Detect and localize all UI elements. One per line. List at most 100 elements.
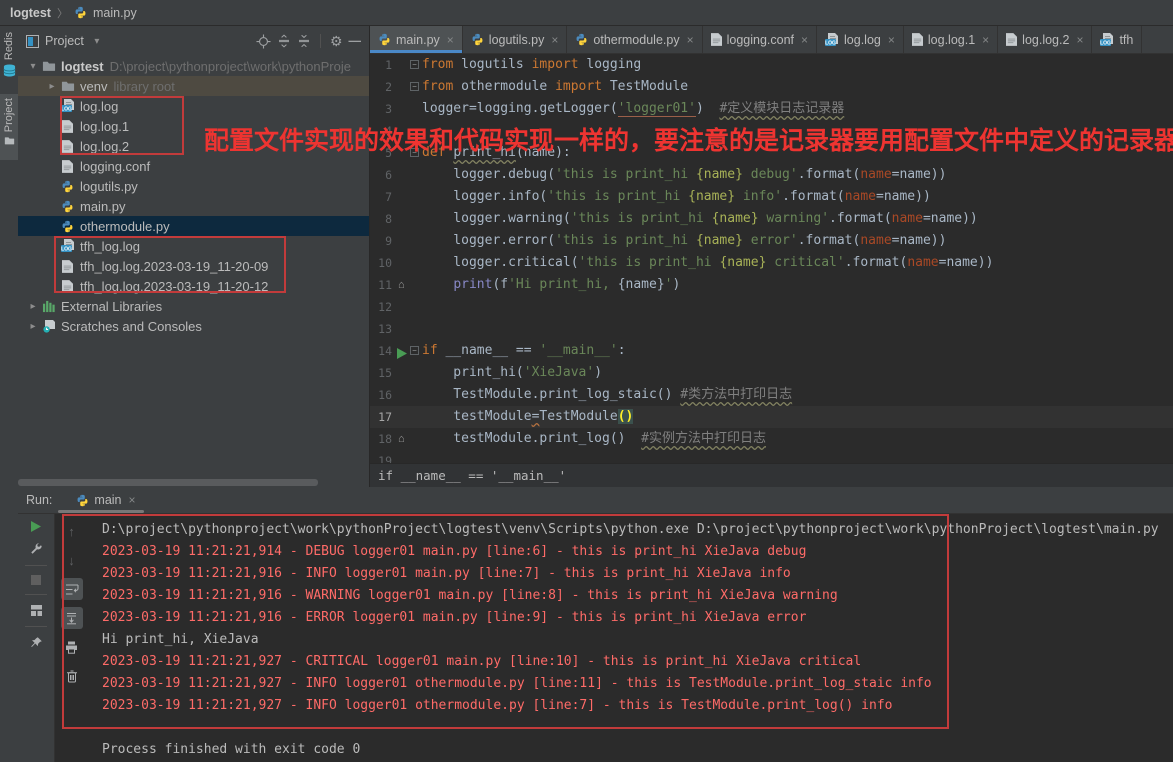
- code-line-10[interactable]: 10 logger.critical('this is print_hi {na…: [370, 252, 1173, 274]
- gutter-marks[interactable]: [392, 318, 422, 340]
- fold-marker-icon[interactable]: −: [410, 148, 419, 157]
- tree-item-main.py[interactable]: main.py: [18, 196, 369, 216]
- editor-tab-logutils.py[interactable]: logutils.py×: [463, 26, 568, 53]
- close-tab-icon[interactable]: ×: [982, 33, 989, 47]
- tree-item-tfh_log.log.2023-03-19_11-20-09[interactable]: tfh_log.log.2023-03-19_11-20-09: [18, 256, 369, 276]
- code-line-15[interactable]: 15 print_hi('XieJava'): [370, 362, 1173, 384]
- chevron-right-icon[interactable]: ▸: [26, 321, 40, 332]
- code-line-2[interactable]: 2−from othermodule import TestModule: [370, 76, 1173, 98]
- gutter-marks[interactable]: [392, 406, 422, 428]
- soft-wrap-icon[interactable]: [61, 578, 83, 600]
- tree-item-Scratches and Consoles[interactable]: ▸Scratches and Consoles: [18, 316, 369, 336]
- gutter-marks[interactable]: [392, 208, 422, 230]
- locate-file-icon[interactable]: [256, 34, 271, 49]
- run-tab-main[interactable]: main ×: [76, 493, 135, 507]
- chevron-down-icon[interactable]: ▾: [26, 61, 40, 72]
- line-number[interactable]: 3: [370, 98, 392, 120]
- editor-tab-log.log.1[interactable]: log.log.1×: [904, 26, 998, 53]
- chevron-right-icon[interactable]: ▸: [26, 301, 40, 312]
- code-line-18[interactable]: 18⌂ testModule.print_log() #实例方法中打印日志: [370, 428, 1173, 450]
- close-tab-icon[interactable]: ×: [1076, 33, 1083, 47]
- gutter-marks[interactable]: [392, 450, 422, 464]
- settings-wrench-icon[interactable]: [29, 542, 43, 556]
- pin-tab-icon[interactable]: [30, 636, 43, 649]
- expand-all-icon[interactable]: [277, 34, 291, 48]
- clear-console-icon[interactable]: [61, 665, 83, 687]
- code-line-3[interactable]: 3logger=logging.getLogger('logger01') #定…: [370, 98, 1173, 120]
- line-number[interactable]: 8: [370, 208, 392, 230]
- close-tab-icon[interactable]: ×: [687, 33, 694, 47]
- editor-tab-logging.conf[interactable]: logging.conf×: [703, 26, 817, 53]
- print-icon[interactable]: [61, 636, 83, 658]
- stop-button[interactable]: [31, 575, 41, 585]
- chevron-right-icon[interactable]: ▸: [45, 81, 59, 92]
- breadcrumb-project[interactable]: logtest: [10, 6, 51, 20]
- editor-tab-tfh[interactable]: LOGtfh: [1092, 26, 1142, 53]
- tree-item-log.log.2[interactable]: log.log.2: [18, 136, 369, 156]
- tree-item-tfh_log.log.2023-03-19_11-20-12[interactable]: tfh_log.log.2023-03-19_11-20-12: [18, 276, 369, 296]
- line-number[interactable]: 18: [370, 428, 392, 450]
- run-console-output[interactable]: D:\project\pythonproject\work\pythonProj…: [88, 514, 1173, 762]
- fold-marker-icon[interactable]: −: [410, 346, 419, 355]
- gutter-marks[interactable]: −: [392, 76, 422, 98]
- editor-tab-log.log.2[interactable]: log.log.2×: [998, 26, 1092, 53]
- close-tab-icon[interactable]: ×: [801, 33, 808, 47]
- tree-item-othermodule.py[interactable]: othermodule.py: [18, 216, 369, 236]
- code-line-7[interactable]: 7 logger.info('this is print_hi {name} i…: [370, 186, 1173, 208]
- line-number[interactable]: 11: [370, 274, 392, 296]
- code-line-12[interactable]: 12: [370, 296, 1173, 318]
- gutter-marks[interactable]: [392, 296, 422, 318]
- tool-tab-redis[interactable]: Redis: [0, 28, 18, 92]
- tree-item-tfh_log.log[interactable]: LOGtfh_log.log: [18, 236, 369, 256]
- restore-layout-icon[interactable]: [30, 604, 43, 617]
- code-line-16[interactable]: 16 TestModule.print_log_staic() #类方法中打印日…: [370, 384, 1173, 406]
- close-tab-icon[interactable]: ×: [888, 33, 895, 47]
- up-stacktrace-icon[interactable]: ↑: [61, 520, 83, 542]
- line-number[interactable]: 13: [370, 318, 392, 340]
- tree-item-log.log[interactable]: LOGlog.log: [18, 96, 369, 116]
- gutter-marks[interactable]: −: [392, 340, 422, 362]
- code-line-6[interactable]: 6 logger.debug('this is print_hi {name} …: [370, 164, 1173, 186]
- line-number[interactable]: 12: [370, 296, 392, 318]
- line-number[interactable]: 2: [370, 76, 392, 98]
- hide-panel-icon[interactable]: —: [349, 34, 362, 48]
- line-number[interactable]: 16: [370, 384, 392, 406]
- line-number[interactable]: 9: [370, 230, 392, 252]
- settings-gear-icon[interactable]: ⚙: [330, 33, 343, 50]
- line-number[interactable]: 7: [370, 186, 392, 208]
- code-line-13[interactable]: 13: [370, 318, 1173, 340]
- breadcrumb-file[interactable]: main.py: [93, 6, 137, 20]
- editor-tab-othermodule.py[interactable]: othermodule.py×: [567, 26, 702, 53]
- scroll-to-end-icon[interactable]: [61, 607, 83, 629]
- code-line-9[interactable]: 9 logger.error('this is print_hi {name} …: [370, 230, 1173, 252]
- gutter-marks[interactable]: ⌂: [392, 274, 422, 296]
- line-number[interactable]: 19: [370, 450, 392, 464]
- tool-tab-project[interactable]: Project: [0, 94, 18, 160]
- code-editor[interactable]: 1−from logutils import logging2−from oth…: [370, 54, 1173, 464]
- close-icon[interactable]: ×: [129, 493, 136, 507]
- code-line-5[interactable]: 5−def print_hi(name):: [370, 142, 1173, 164]
- code-line-14[interactable]: 14−if __name__ == '__main__':: [370, 340, 1173, 362]
- line-number[interactable]: 14: [370, 340, 392, 362]
- close-tab-icon[interactable]: ×: [447, 33, 454, 47]
- line-number[interactable]: 6: [370, 164, 392, 186]
- line-number[interactable]: 5: [370, 142, 392, 164]
- line-number[interactable]: 10: [370, 252, 392, 274]
- collapse-all-icon[interactable]: [297, 34, 311, 48]
- line-number[interactable]: 17: [370, 406, 392, 428]
- fold-marker-icon[interactable]: −: [410, 60, 419, 69]
- gutter-marks[interactable]: ⌂: [392, 428, 422, 450]
- gutter-marks[interactable]: [392, 230, 422, 252]
- down-stacktrace-icon[interactable]: ↓: [61, 549, 83, 571]
- line-number[interactable]: 15: [370, 362, 392, 384]
- gutter-marks[interactable]: [392, 164, 422, 186]
- tree-item-External Libraries[interactable]: ▸External Libraries: [18, 296, 369, 316]
- code-line-17[interactable]: 17 testModule=TestModule(): [370, 406, 1173, 428]
- tree-item-venv[interactable]: ▸venvlibrary root: [18, 76, 369, 96]
- gutter-marks[interactable]: [392, 186, 422, 208]
- gutter-marks[interactable]: −: [392, 142, 422, 164]
- close-tab-icon[interactable]: ×: [551, 33, 558, 47]
- editor-tab-main.py[interactable]: main.py×: [370, 26, 463, 53]
- code-line-8[interactable]: 8 logger.warning('this is print_hi {name…: [370, 208, 1173, 230]
- code-line-4[interactable]: 4: [370, 120, 1173, 142]
